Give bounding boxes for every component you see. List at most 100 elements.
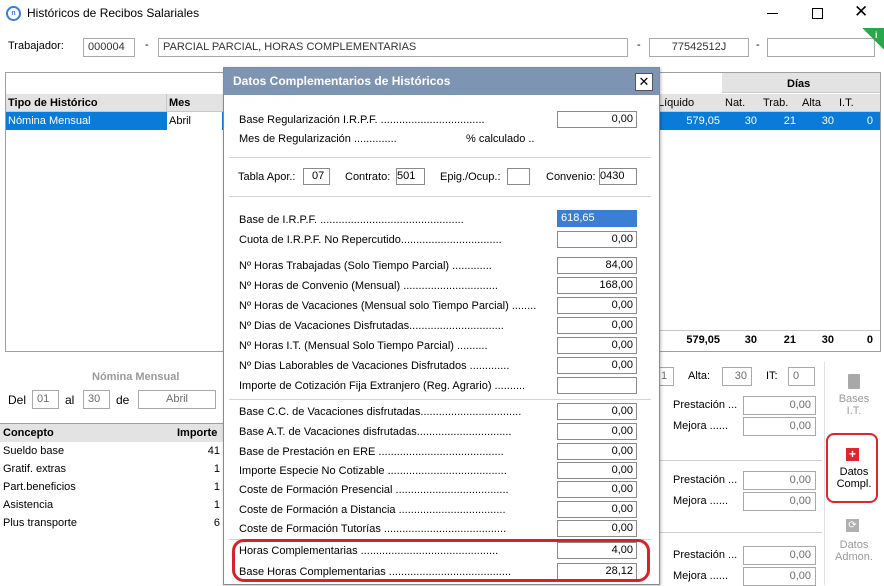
prestacion-field[interactable]: 0,00 (743, 546, 816, 565)
col-alta[interactable]: Alta (802, 97, 821, 109)
formacion-distancia-label: Coste de Formación a Distancia .........… (239, 504, 506, 516)
prestacion-field[interactable]: 0,00 (743, 471, 816, 490)
mejora-label: Mejora ...... (673, 420, 729, 432)
base-prestacion-ere-label: Base de Prestación en ERE ..............… (239, 446, 504, 458)
row-trab: 21 (783, 115, 796, 127)
modal-close-button[interactable]: ✕ (635, 73, 653, 91)
days-header-label: Días (787, 78, 811, 90)
minimize-icon[interactable] (767, 13, 778, 14)
col-nat[interactable]: Nat. (725, 97, 745, 109)
close-icon[interactable]: ✕ (854, 2, 868, 22)
month-field[interactable]: Abril (138, 390, 216, 409)
row-it: 0 (866, 115, 873, 127)
epig-field[interactable] (507, 168, 530, 185)
concept-name[interactable]: Part.beneficios (3, 481, 76, 493)
worker-nif-field[interactable]: 77542512J (649, 38, 749, 57)
concept-amount: 1 (213, 463, 220, 475)
bases-it-button[interactable]: Bases I.T. (826, 374, 882, 417)
base-cc-vacaciones-label: Base C.C. de Vacaciones disfrutadas.....… (239, 406, 522, 418)
convenio-label: Convenio: (546, 171, 596, 183)
concept-name[interactable]: Sueldo base (3, 445, 64, 457)
cotizacion-extranjero-field[interactable] (557, 377, 637, 394)
window-title: Históricos de Recibos Salariales (27, 6, 200, 20)
de-label: de (116, 393, 130, 407)
irpf-cuota-field[interactable]: 0,00 (557, 231, 637, 248)
panel-divider (656, 460, 822, 461)
info-icon (862, 28, 884, 50)
concept-name[interactable]: Plus transporte (3, 517, 77, 529)
col-liquido[interactable]: Líquido (658, 97, 694, 109)
especie-no-cotizable-field[interactable]: 0,00 (557, 462, 637, 479)
nomina-title: Nómina Mensual (92, 371, 180, 383)
concept-name[interactable]: Asistencia (3, 499, 53, 511)
base-regularizacion-field[interactable]: 0,00 (557, 111, 637, 128)
irpf-base-field[interactable]: 618,65 (557, 210, 637, 227)
mejora-field[interactable]: 0,00 (743, 567, 816, 586)
concept-amount: 6 (213, 517, 220, 529)
separator: - (145, 39, 149, 51)
formacion-distancia-field[interactable]: 0,00 (557, 501, 637, 518)
irpf-base-label: Base de I.R.P.F. .......................… (239, 214, 464, 226)
modal-divider (229, 157, 651, 158)
dias-laborables-label: Nº Dias Laborables de Vacaciones Disfrut… (239, 360, 510, 372)
alta-field[interactable]: 30 (722, 367, 752, 386)
concept-name[interactable]: Gratif. extras (3, 463, 66, 475)
worker-code-field[interactable]: 000004 (83, 38, 135, 57)
horas-convenio-field[interactable]: 168,00 (557, 277, 637, 294)
horas-vacaciones-field[interactable]: 0,00 (557, 297, 637, 314)
it-label: IT: (766, 370, 778, 382)
horas-it-field[interactable]: 0,00 (557, 337, 637, 354)
base-at-vacaciones-field[interactable]: 0,00 (557, 423, 637, 440)
prestacion-label: Prestación ... (673, 399, 738, 411)
modal-title: Datos Complementarios de Históricos (233, 74, 451, 88)
total-trab: 21 (783, 334, 796, 346)
worker-extra-field[interactable] (767, 38, 875, 57)
col-mes[interactable]: Mes (169, 97, 190, 109)
concept-amount: 41 (207, 445, 220, 457)
dias-vacaciones-field[interactable]: 0,00 (557, 317, 637, 334)
mejora-label: Mejora ...... (673, 570, 729, 582)
formacion-tutorias-label: Coste de Formación Tutorías ............… (239, 523, 507, 535)
separator: - (637, 39, 641, 51)
del-field[interactable]: 01 (32, 390, 59, 409)
maximize-icon[interactable] (812, 8, 823, 19)
row-mes: Abril (167, 112, 222, 130)
concept-amount: 1 (213, 481, 220, 493)
dias-laborables-field[interactable]: 0,00 (557, 357, 637, 374)
al-field[interactable]: 30 (83, 390, 110, 409)
col-trab[interactable]: Trab. (763, 97, 788, 109)
mes-regularizacion-label: Mes de Regularización .............. (239, 133, 397, 145)
row-alta: 30 (821, 115, 834, 127)
base-prestacion-ere-field[interactable]: 0,00 (557, 443, 637, 460)
contrato-field[interactable]: 501 (396, 168, 425, 185)
horas-trabajadas-label: Nº Horas Trabajadas (Solo Tiempo Parcial… (239, 260, 492, 272)
datos-admon-button[interactable]: Datos Admon. (826, 539, 882, 563)
prestacion-field[interactable]: 0,00 (743, 396, 816, 415)
convenio-field[interactable]: 0430 (599, 168, 637, 185)
base-at-vacaciones-label: Base A.T. de Vacaciones disfrutadas.....… (239, 426, 512, 438)
refresh-icon: ⟳ (846, 519, 859, 532)
formacion-tutorias-field[interactable]: 0,00 (557, 520, 637, 537)
horas-trabajadas-field[interactable]: 84,00 (557, 257, 637, 274)
worker-name-field[interactable]: PARCIAL PARCIAL, HORAS COMPLEMENTARIAS (158, 38, 628, 57)
side-divider (824, 362, 825, 585)
bases-it-label: Bases I.T. (838, 393, 870, 417)
total-liquido: 579,05 (686, 334, 720, 346)
app-icon: n (6, 6, 21, 21)
separator: - (756, 39, 760, 51)
horas-vacaciones-label: Nº Horas de Vacaciones (Mensual solo Tie… (239, 300, 537, 312)
base-cc-vacaciones-field[interactable]: 0,00 (557, 403, 637, 420)
tabla-apor-field[interactable]: 07 (303, 168, 330, 185)
col-it[interactable]: I.T. (839, 97, 854, 109)
col-tipo[interactable]: Tipo de Histórico (8, 97, 98, 109)
formacion-presencial-field[interactable]: 0,00 (557, 481, 637, 498)
mejora-field[interactable]: 0,00 (743, 492, 816, 511)
contrato-label: Contrato: (345, 171, 391, 183)
col-concepto[interactable]: Concepto (3, 427, 54, 439)
total-it: 0 (866, 334, 873, 346)
mejora-field[interactable]: 0,00 (743, 417, 816, 436)
horas-it-label: Nº Horas I.T. (Mensual Solo Tiempo Parci… (239, 340, 488, 352)
it-field[interactable]: 0 (788, 367, 815, 386)
pct-calculado-label: % calculado .. (466, 133, 535, 145)
col-importe[interactable]: Importe (177, 427, 217, 439)
